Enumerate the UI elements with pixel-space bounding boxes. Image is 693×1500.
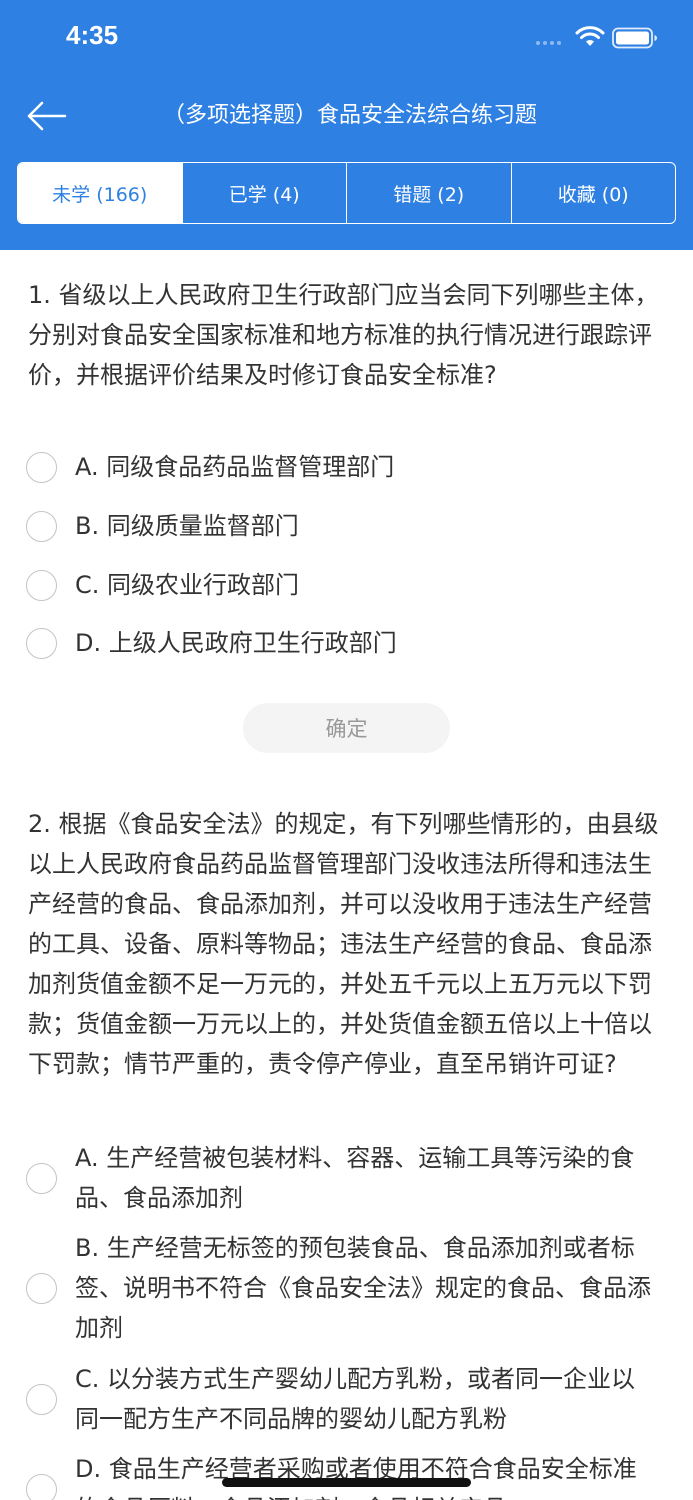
- tab-favorites[interactable]: 收藏 (0): [510, 163, 676, 223]
- radio-circle-icon[interactable]: [26, 627, 57, 659]
- option-a[interactable]: A. 生产经营被包装材料、容器、运输工具等污染的食品、食品添加剂: [26, 1138, 666, 1218]
- wifi-icon: [575, 26, 605, 46]
- battery-icon: [612, 27, 657, 49]
- page-title: （多项选择题）食品安全法综合练习题: [162, 103, 537, 128]
- option-d[interactable]: D. 食品生产经营者采购或者使用不符合食品安全标准的食品原料、食品添加剂、食品相…: [26, 1449, 666, 1500]
- app-header: 4:35 （多项选择题）食品安全法综合练习题 未学 (166) 已学 (4) 错…: [0, 0, 693, 250]
- radio-circle-icon[interactable]: [26, 451, 57, 483]
- option-label: D. 上级人民政府卫生行政部门: [75, 629, 397, 657]
- tab-learned[interactable]: 已学 (4): [181, 163, 347, 223]
- option-label: A. 生产经营被包装材料、容器、运输工具等污染的食品、食品添加剂: [75, 1144, 635, 1212]
- option-c[interactable]: C. 以分装方式生产婴幼儿配方乳粉，或者同一企业以同一配方生产不同品牌的婴幼儿配…: [26, 1359, 666, 1439]
- radio-circle-icon[interactable]: [26, 510, 57, 542]
- cellular-signal-icon: [536, 41, 561, 45]
- option-a[interactable]: A. 同级食品药品监督管理部门: [26, 447, 666, 487]
- option-label: A. 同级食品药品监督管理部门: [75, 453, 395, 481]
- radio-circle-icon[interactable]: [26, 569, 57, 601]
- option-label: B. 同级质量监督部门: [75, 512, 299, 540]
- radio-circle-icon[interactable]: [26, 1383, 57, 1415]
- radio-circle-icon[interactable]: [26, 1272, 57, 1304]
- radio-circle-icon[interactable]: [26, 1473, 57, 1500]
- confirm-button[interactable]: 确定: [243, 703, 450, 753]
- option-label: C. 以分装方式生产婴幼儿配方乳粉，或者同一企业以同一配方生产不同品牌的婴幼儿配…: [75, 1365, 636, 1433]
- question-text: 2. 根据《食品安全法》的规定，有下列哪些情形的，由县级以上人民政府食品药品监督…: [28, 810, 659, 1078]
- option-label: D. 食品生产经营者采购或者使用不符合食品安全标准的食品原料、食品添加剂、食品相…: [75, 1455, 637, 1500]
- option-c[interactable]: C. 同级农业行政部门: [26, 565, 666, 605]
- tab-wrong[interactable]: 错题 (2): [346, 163, 511, 223]
- home-indicator[interactable]: [222, 1478, 471, 1487]
- option-b[interactable]: B. 生产经营无标签的预包装食品、食品添加剂或者标签、说明书不符合《食品安全法》…: [26, 1228, 666, 1348]
- tab-bar: 未学 (166) 已学 (4) 错题 (2) 收藏 (0): [17, 162, 676, 224]
- option-label: C. 同级农业行政部门: [75, 571, 300, 599]
- option-label: B. 生产经营无标签的预包装食品、食品添加剂或者标签、说明书不符合《食品安全法》…: [75, 1234, 651, 1342]
- tab-unlearned[interactable]: 未学 (166): [18, 163, 182, 223]
- option-b[interactable]: B. 同级质量监督部门: [26, 506, 666, 546]
- radio-circle-icon[interactable]: [26, 1162, 57, 1194]
- question-text: 1. 省级以上人民政府卫生行政部门应当会同下列哪些主体，分别对食品安全国家标准和…: [28, 281, 659, 389]
- status-time: 4:35: [66, 20, 119, 50]
- back-arrow-icon[interactable]: [24, 98, 68, 134]
- option-d[interactable]: D. 上级人民政府卫生行政部门: [26, 623, 666, 663]
